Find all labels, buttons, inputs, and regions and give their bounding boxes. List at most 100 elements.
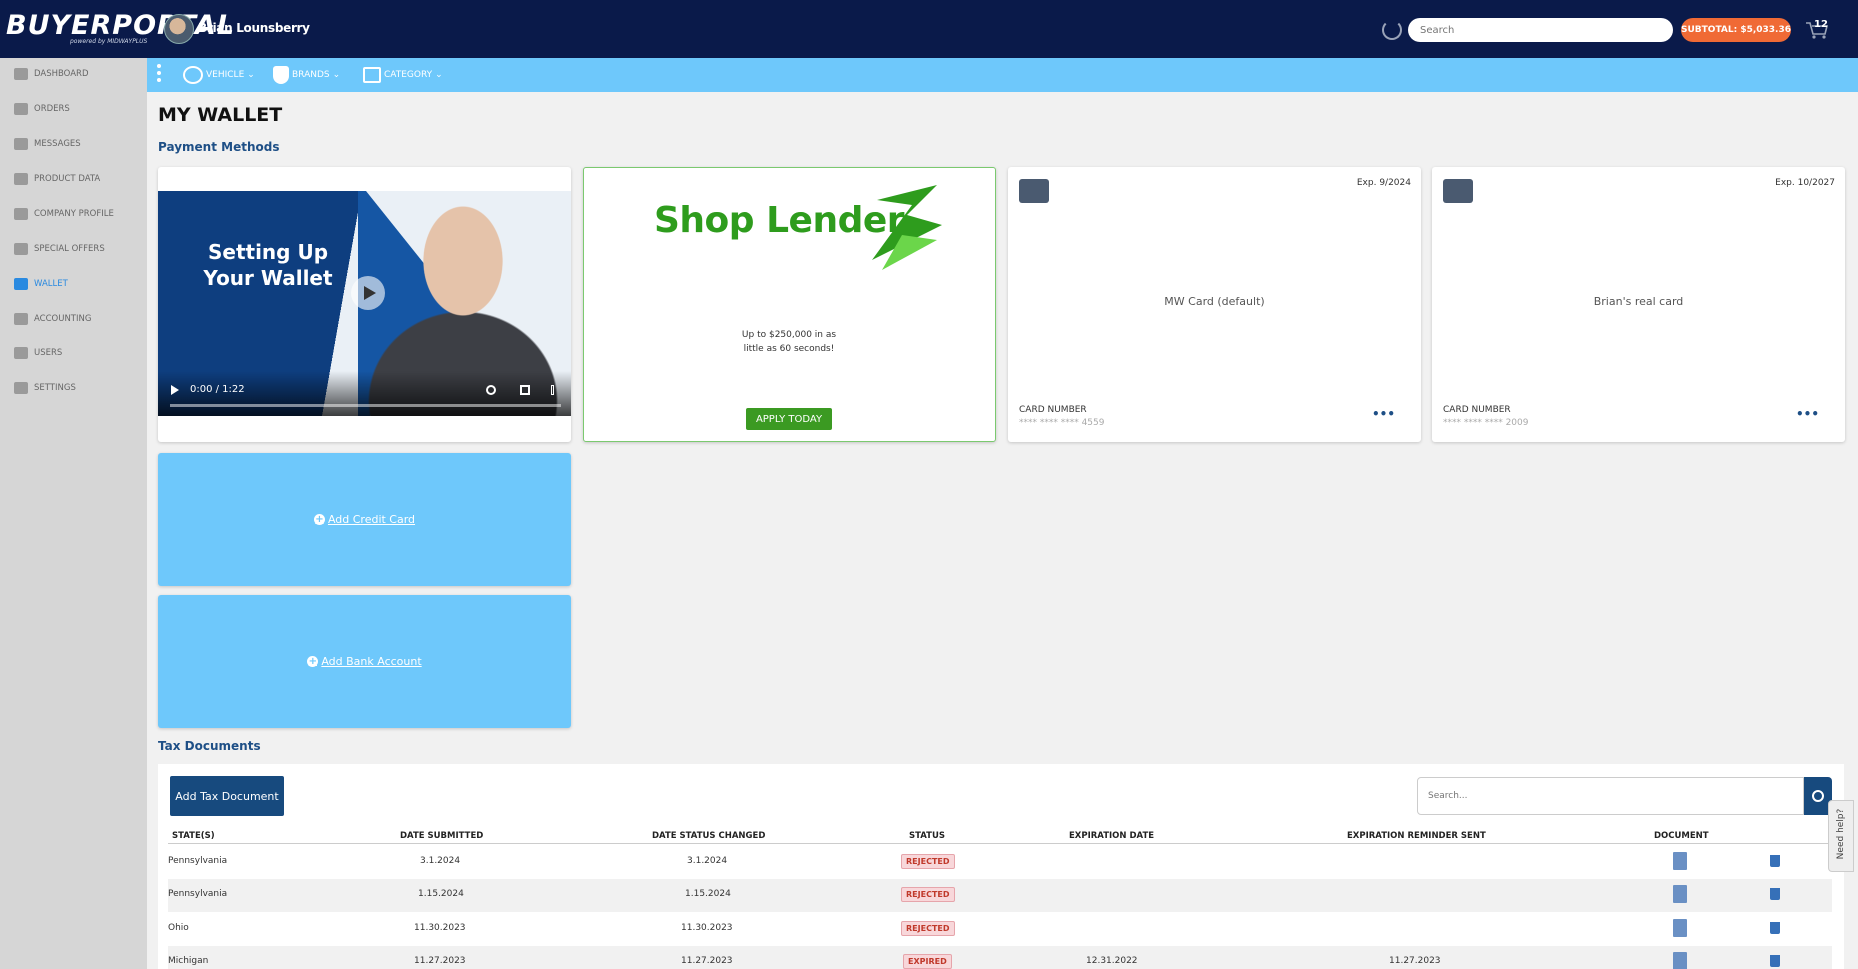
sidebar-item-dashboard[interactable]: DASHBOARD (14, 64, 89, 84)
card-number: **** **** **** 4559 (1019, 418, 1105, 428)
sidebar-item-company-profile[interactable]: COMPANY PROFILE (14, 204, 114, 224)
sidebar-item-accounting[interactable]: ACCOUNTING (14, 309, 91, 329)
sidebar-item-label: MESSAGES (34, 139, 81, 149)
cell-expiration: 12.31.2022 (1086, 956, 1138, 966)
lender-tagline: Up to $250,000 in as little as 60 seconds… (741, 330, 837, 354)
nav-category-label: CATEGORY (384, 70, 433, 80)
card-expiration: Exp. 10/2027 (1775, 178, 1835, 188)
messages-icon (14, 138, 28, 150)
cell-state: Ohio (168, 923, 189, 933)
dashboard-icon (14, 68, 28, 80)
add-tax-document-button[interactable]: Add Tax Document (170, 776, 284, 816)
nav-category[interactable]: CATEGORY ⌄ (363, 66, 443, 84)
play-icon[interactable] (351, 276, 385, 310)
document-icon[interactable] (1673, 885, 1687, 903)
sidebar (0, 58, 147, 969)
video-time: 0:00 / 1:22 (190, 384, 245, 395)
menu-kebab-icon[interactable] (157, 64, 161, 84)
need-help-tab[interactable]: Need help? (1828, 800, 1854, 872)
apply-today-button[interactable]: APPLY TODAY (746, 408, 832, 430)
leaf-logo-icon (872, 185, 942, 270)
sidebar-item-messages[interactable]: MESSAGES (14, 134, 81, 154)
refresh-icon[interactable] (1382, 20, 1402, 40)
wallet-video-card: Setting Up Your Wallet 0:00 / 1:22 (158, 167, 571, 442)
status-badge: EXPIRED (903, 954, 952, 969)
vehicle-icon (183, 66, 203, 84)
status-badge: REJECTED (901, 887, 955, 902)
video-more-icon[interactable] (551, 385, 554, 395)
add-credit-card-link[interactable]: + Add Credit Card (313, 513, 415, 526)
cell-date-submitted: 3.1.2024 (420, 856, 461, 866)
shield-icon (273, 66, 289, 84)
app-root: BUYERPORTAL powered by MIDWAYPLUS Brian … (0, 0, 1858, 969)
sidebar-item-special-offers[interactable]: SPECIAL OFFERS (14, 239, 105, 259)
product-data-icon (14, 173, 28, 185)
sidebar-item-label: ACCOUNTING (34, 314, 92, 324)
nav-brands[interactable]: BRANDS ⌄ (273, 66, 340, 84)
trash-icon[interactable] (1770, 955, 1780, 967)
payment-card[interactable]: Exp. 10/2027 Brian's real card CARD NUMB… (1432, 167, 1845, 442)
trash-icon[interactable] (1770, 922, 1780, 934)
document-icon[interactable] (1673, 919, 1687, 937)
company-profile-icon (14, 208, 28, 220)
card-name: MW Card (default) (1164, 295, 1265, 308)
sidebar-item-label: PRODUCT DATA (34, 174, 101, 184)
nav-vehicle-label: VEHICLE (206, 70, 245, 80)
tax-search-input[interactable] (1417, 777, 1804, 815)
column-header-expiration-reminder[interactable]: EXPIRATION REMINDER SENT (1347, 831, 1486, 841)
play-small-icon[interactable] (171, 385, 179, 395)
global-search-input[interactable] (1408, 18, 1673, 42)
user-avatar[interactable] (164, 14, 194, 44)
card-number-label: CARD NUMBER (1443, 405, 1511, 415)
chevron-down-icon: ⌄ (435, 70, 443, 80)
nav-vehicle[interactable]: VEHICLE ⌄ (183, 66, 255, 84)
column-header-status[interactable]: STATUS (909, 831, 945, 841)
chevron-down-icon: ⌄ (332, 70, 341, 80)
column-header-date-submitted[interactable]: DATE SUBMITTED (400, 831, 483, 841)
wallet-icon (14, 278, 28, 290)
user-name[interactable]: Brian Lounsberry (198, 21, 310, 35)
column-header-states[interactable]: STATE(S) (172, 831, 215, 841)
sidebar-item-product-data[interactable]: PRODUCT DATA (14, 169, 100, 189)
card-expiration: Exp. 9/2024 (1356, 178, 1411, 188)
subtotal-button[interactable]: SUBTOTAL: $5,033.36 (1681, 18, 1791, 42)
sidebar-item-settings[interactable]: SETTINGS (14, 378, 76, 398)
cart-count-badge: 12 (1814, 19, 1828, 30)
sidebar-item-wallet[interactable]: WALLET (14, 274, 68, 294)
card-more-icon[interactable]: ••• (1372, 407, 1395, 421)
credit-card-icon (1443, 179, 1473, 203)
column-header-date-status-changed[interactable]: DATE STATUS CHANGED (652, 831, 765, 841)
video-controls: 0:00 / 1:22 (158, 371, 571, 416)
cell-date-submitted: 11.27.2023 (414, 956, 466, 966)
special-offers-icon (14, 243, 28, 255)
cell-date-changed: 11.27.2023 (681, 956, 733, 966)
add-credit-card-tile[interactable]: + Add Credit Card (158, 453, 571, 586)
card-name: Brian's real card (1593, 295, 1684, 308)
add-bank-account-tile[interactable]: + Add Bank Account (158, 595, 571, 728)
column-header-document: DOCUMENT (1654, 831, 1709, 841)
payment-methods-title: Payment Methods (158, 140, 280, 154)
document-icon[interactable] (1673, 952, 1687, 969)
card-more-icon[interactable]: ••• (1796, 407, 1819, 421)
video-progress-bar[interactable] (170, 404, 561, 407)
add-bank-account-link[interactable]: + Add Bank Account (307, 655, 422, 668)
plus-circle-icon: + (307, 656, 319, 667)
volume-icon[interactable] (486, 385, 496, 395)
card-number-label: CARD NUMBER (1019, 405, 1087, 415)
column-header-expiration-date[interactable]: EXPIRATION DATE (1069, 831, 1154, 841)
sidebar-item-label: SETTINGS (34, 383, 76, 393)
sidebar-item-orders[interactable]: ORDERS (14, 99, 70, 119)
sidebar-item-users[interactable]: USERS (14, 343, 62, 363)
trash-icon[interactable] (1770, 888, 1780, 900)
table-row: Pennsylvania 3.1.2024 3.1.2024 REJECTED (168, 846, 1832, 879)
orders-icon (14, 103, 28, 115)
document-icon[interactable] (1673, 852, 1687, 870)
cell-date-submitted: 11.30.2023 (414, 923, 466, 933)
cell-date-changed: 3.1.2024 (687, 856, 728, 866)
table-row: Pennsylvania 1.15.2024 1.15.2024 REJECTE… (168, 879, 1832, 912)
fullscreen-icon[interactable] (520, 385, 530, 395)
sidebar-item-label: DASHBOARD (34, 69, 89, 79)
video-player[interactable]: Setting Up Your Wallet 0:00 / 1:22 (158, 191, 571, 416)
payment-card[interactable]: Exp. 9/2024 MW Card (default) CARD NUMBE… (1008, 167, 1421, 442)
trash-icon[interactable] (1770, 855, 1780, 867)
